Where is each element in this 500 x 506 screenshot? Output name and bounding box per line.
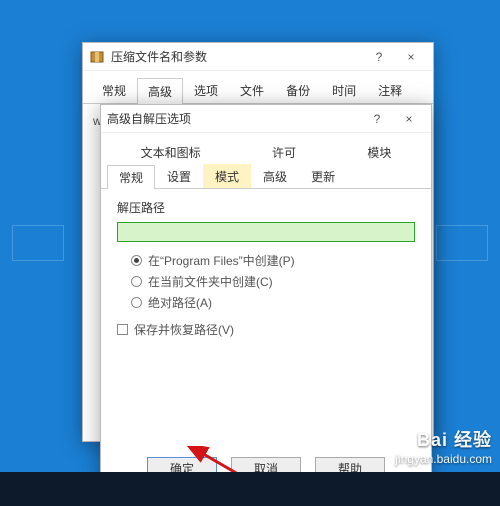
parent-tabs: 常规 高级 选项 文件 备份 时间 注释 — [83, 71, 433, 104]
tab-general[interactable]: 常规 — [91, 77, 137, 103]
path-mode-group: 在“Program Files”中创建(P) 在当前文件夹中创建(C) 绝对路径… — [131, 252, 415, 338]
radio-label: 在当前文件夹中创建(C) — [148, 273, 273, 290]
radio-absolute-path[interactable]: 绝对路径(A) — [131, 294, 415, 311]
tab-backup[interactable]: 备份 — [275, 77, 321, 103]
dlg-tab-setup[interactable]: 设置 — [155, 164, 203, 188]
section-extract-path: 解压路径 — [117, 199, 415, 216]
extract-path-input[interactable] — [117, 222, 415, 242]
radio-dot-icon — [131, 297, 142, 308]
app-icon — [89, 49, 105, 65]
dlg-tab-general[interactable]: 常规 — [107, 165, 155, 189]
help-button[interactable]: ? — [363, 47, 395, 67]
watermark-logo: Bai 经验 — [395, 426, 492, 452]
tab-options[interactable]: 选项 — [183, 77, 229, 103]
tab-files[interactable]: 文件 — [229, 77, 275, 103]
seg-license[interactable]: 许可 — [266, 141, 302, 164]
tab-comment[interactable]: 注释 — [367, 77, 413, 103]
dlg-tab-modes[interactable]: 模式 — [203, 164, 251, 188]
checkbox-save-restore-path[interactable]: 保存并恢复路径(V) — [117, 321, 415, 338]
window-title: 压缩文件名和参数 — [111, 48, 363, 65]
dialog-top-segments: 文本和图标 许可 模块 — [101, 133, 431, 164]
dialog-titlebar[interactable]: 高级自解压选项 ? × — [101, 105, 431, 133]
dialog-help-button[interactable]: ? — [361, 109, 393, 129]
watermark-url: jingyan.baidu.com — [395, 452, 492, 466]
checkbox-label: 保存并恢复路径(V) — [134, 321, 234, 338]
seg-text-icon[interactable]: 文本和图标 — [135, 141, 207, 164]
dialog-close-button[interactable]: × — [393, 109, 425, 129]
sfx-options-dialog: 高级自解压选项 ? × 文本和图标 许可 模块 常规 设置 模式 高级 更新 解… — [100, 104, 432, 490]
seg-module[interactable]: 模块 — [361, 141, 397, 164]
close-button[interactable]: × — [395, 47, 427, 67]
taskbar[interactable] — [0, 472, 500, 506]
titlebar[interactable]: 压缩文件名和参数 ? × — [83, 43, 433, 71]
dialog-tabs: 常规 设置 模式 高级 更新 — [101, 164, 431, 189]
dlg-tab-update[interactable]: 更新 — [299, 164, 347, 188]
dialog-title: 高级自解压选项 — [107, 110, 361, 127]
tab-time[interactable]: 时间 — [321, 77, 367, 103]
radio-label: 在“Program Files”中创建(P) — [148, 252, 295, 269]
radio-program-files[interactable]: 在“Program Files”中创建(P) — [131, 252, 415, 269]
watermark: Bai 经验 jingyan.baidu.com — [395, 426, 492, 466]
radio-dot-icon — [131, 255, 142, 266]
checkbox-box-icon — [117, 324, 128, 335]
radio-label: 绝对路径(A) — [148, 294, 212, 311]
radio-dot-icon — [131, 276, 142, 287]
dlg-tab-advanced[interactable]: 高级 — [251, 164, 299, 188]
tab-advanced[interactable]: 高级 — [137, 78, 183, 104]
radio-current-folder[interactable]: 在当前文件夹中创建(C) — [131, 273, 415, 290]
